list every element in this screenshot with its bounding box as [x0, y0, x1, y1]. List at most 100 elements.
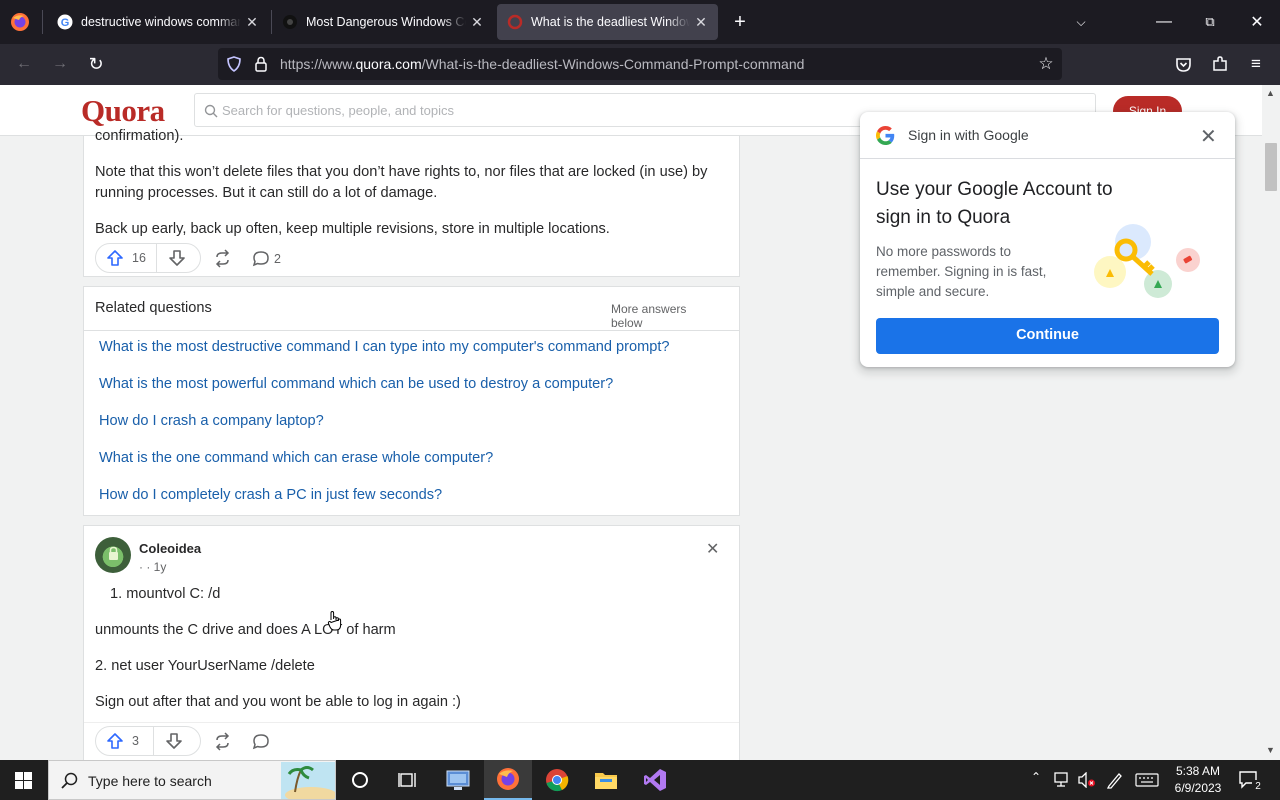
related-questions-title: Related questions [95, 300, 212, 316]
site-favicon-icon [283, 15, 297, 29]
tab-dangerous-commands[interactable]: Most Dangerous Windows Com ✕ [272, 4, 494, 40]
tracking-protection-shield-icon[interactable] [226, 56, 242, 72]
quora-search-input[interactable] [222, 103, 822, 118]
related-question-link[interactable]: How do I crash a company laptop? [99, 413, 324, 429]
remote-desktop-app-icon[interactable] [434, 760, 482, 800]
volume-muted-icon[interactable] [1078, 772, 1096, 788]
divider [84, 722, 739, 723]
network-icon[interactable] [1054, 772, 1072, 788]
upvote-count: 16 [132, 251, 146, 265]
visual-studio-icon[interactable] [631, 760, 679, 800]
downvote-button[interactable] [157, 244, 197, 272]
scrollbar-thumb[interactable] [1265, 143, 1277, 191]
svg-text:G: G [61, 17, 70, 29]
divider [84, 330, 739, 331]
author-avatar[interactable] [95, 537, 131, 573]
firefox-icon[interactable] [10, 12, 30, 32]
popup-title: Sign in with Google [908, 127, 1029, 143]
tab-google-search[interactable]: G destructive windows command ✕ [47, 4, 269, 40]
bookmark-star-icon[interactable]: ☆ [1036, 54, 1056, 74]
file-explorer-icon[interactable] [582, 760, 630, 800]
minimize-window-icon[interactable]: — [1152, 12, 1176, 32]
author-name[interactable]: Coleoidea [139, 541, 201, 556]
upvote-arrow-icon [107, 250, 123, 266]
popup-description: No more passwords to remember. Signing i… [876, 244, 1047, 299]
google-favicon-icon: G [57, 14, 73, 30]
comment-button[interactable]: 2 [252, 250, 281, 268]
list-all-tabs-icon[interactable]: ⌵ [1070, 12, 1092, 32]
address-bar[interactable]: https://www.quora.com/What-is-the-deadli… [218, 48, 1062, 80]
browser-nav-bar: ← → ↻ https://www.quora.com/What-is-the-… [0, 44, 1280, 85]
page-scrollbar[interactable]: ▲ ▼ [1262, 85, 1280, 760]
clock-date: 6/9/2023 [1174, 781, 1222, 795]
downvote-button[interactable] [154, 727, 194, 755]
share-button[interactable] [213, 249, 232, 268]
related-question-link[interactable]: What is the most powerful command which … [99, 376, 613, 392]
lock-icon[interactable] [254, 56, 268, 72]
windows-start-icon[interactable] [15, 772, 32, 789]
forward-arrow-icon[interactable]: → [48, 54, 72, 74]
downvote-arrow-icon [169, 250, 185, 266]
related-question-link[interactable]: How do I completely crash a PC in just f… [99, 487, 442, 503]
continue-button[interactable]: Continue [876, 318, 1219, 354]
hand-cursor-icon [327, 610, 342, 631]
taskbar-search-box[interactable]: Type here to search [48, 760, 336, 800]
system-clock[interactable]: 5:38 AM 6/9/2023 [1166, 763, 1230, 797]
close-tab-icon[interactable]: ✕ [690, 14, 712, 31]
quora-favicon-icon [507, 14, 523, 30]
browser-tab-bar: G destructive windows command ✕ Most Dan… [0, 0, 1280, 44]
new-tab-icon[interactable]: + [728, 10, 752, 34]
firefox-taskbar-icon[interactable] [484, 760, 532, 800]
google-signin-popup: Sign in with Google ✕ Use your Google Ac… [860, 112, 1235, 367]
vote-group: 16 [95, 243, 201, 273]
reload-icon[interactable]: ↻ [84, 54, 108, 74]
answer-timestamp: · · 1y [139, 560, 167, 574]
downvote-arrow-icon [166, 733, 182, 749]
pocket-icon[interactable] [1175, 56, 1192, 73]
share-button[interactable] [213, 732, 232, 751]
comment-bubble-icon [252, 251, 269, 267]
task-view-icon[interactable] [384, 760, 432, 800]
upvote-button[interactable]: 3 [96, 727, 154, 755]
search-icon [61, 772, 78, 789]
chrome-taskbar-icon[interactable] [533, 760, 581, 800]
url-text[interactable]: https://www.quora.com/What-is-the-deadli… [280, 56, 804, 72]
extensions-puzzle-icon[interactable] [1211, 55, 1229, 73]
related-question-link[interactable]: What is the one command which can erase … [99, 450, 493, 466]
close-window-icon[interactable]: ✕ [1245, 12, 1269, 32]
touch-keyboard-icon[interactable] [1135, 773, 1159, 787]
close-tab-icon[interactable]: ✕ [466, 14, 488, 31]
popup-header: Sign in with Google ✕ [860, 112, 1235, 159]
comment-button[interactable] [252, 733, 270, 751]
pen-workspace-icon[interactable] [1106, 771, 1124, 789]
search-icon [204, 104, 218, 118]
close-tab-icon[interactable]: ✕ [241, 14, 263, 31]
quora-logo[interactable]: Quora [81, 93, 165, 129]
answer-list-item: 1. mountvol C: /d [110, 586, 221, 602]
upvote-button[interactable]: 16 [96, 244, 157, 272]
scroll-up-arrow-icon[interactable]: ▲ [1266, 88, 1275, 98]
show-hidden-icons-icon[interactable]: ⌃ [1031, 770, 1041, 784]
tab-title: destructive windows command [81, 15, 241, 29]
tab-separator [42, 10, 43, 34]
keys-illustration-icon [1094, 224, 1200, 298]
upvote-arrow-icon [107, 733, 123, 749]
answer-paragraph: Sign out after that and you wont be able… [95, 694, 461, 710]
tab-title: What is the deadliest Windows [531, 15, 690, 29]
more-answers-below: More answers below [611, 302, 687, 330]
dismiss-answer-icon[interactable]: ✕ [706, 539, 719, 559]
answer-paragraph: Back up early, back up often, keep multi… [95, 221, 610, 237]
tab-quora-active[interactable]: What is the deadliest Windows ✕ [497, 4, 718, 40]
search-highlight-beach-icon [281, 762, 335, 799]
scroll-down-arrow-icon[interactable]: ▼ [1266, 745, 1275, 755]
comment-bubble-icon [252, 734, 269, 750]
close-popup-icon[interactable]: ✕ [1200, 124, 1217, 149]
restore-window-icon[interactable]: ⧉ [1198, 12, 1222, 32]
menu-hamburger-icon[interactable]: ≡ [1246, 54, 1266, 74]
back-arrow-icon[interactable]: ← [12, 54, 36, 74]
google-logo-icon [876, 126, 895, 145]
related-question-link[interactable]: What is the most destructive command I c… [99, 339, 670, 355]
cortana-icon[interactable] [336, 760, 384, 800]
tab-title: Most Dangerous Windows Com [306, 15, 466, 29]
answer-paragraph: Note that this won’t delete files that y… [95, 164, 708, 180]
